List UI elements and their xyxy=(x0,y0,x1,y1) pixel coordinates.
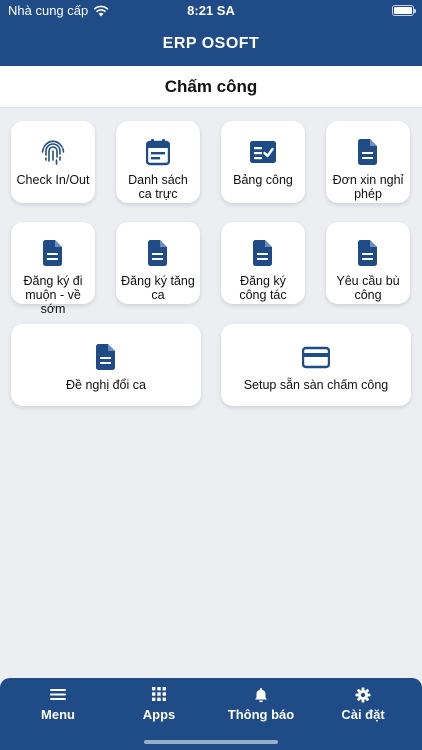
tile-bang-cong[interactable]: Bảng công xyxy=(221,121,305,203)
document-icon xyxy=(148,239,168,267)
tile-yeu-cau-bu-cong[interactable]: Yêu cầu bù công xyxy=(326,222,410,304)
nav-label: Apps xyxy=(142,707,176,722)
nav-label: Menu xyxy=(41,707,75,722)
document-icon xyxy=(96,343,116,371)
tile-dang-ky-di-muon-ve-som[interactable]: Đăng ký đi muộn - về sớm xyxy=(11,222,95,316)
tile-label: Setup sẵn sàn chấm công xyxy=(243,378,389,392)
checklist-icon xyxy=(250,138,276,166)
tile-check-in-out[interactable]: Check In/Out xyxy=(11,121,95,203)
nav-menu[interactable]: Menu xyxy=(8,678,108,738)
document-icon xyxy=(358,138,378,166)
tile-label: Danh sách ca trực xyxy=(128,173,188,201)
page-title: Chấm công xyxy=(164,77,258,96)
tile-label: Đề nghị đổi ca xyxy=(66,378,146,392)
app-header: Nhà cung cấp 8:21 SA ERP OSOFT xyxy=(0,0,422,66)
tile-don-xin-nghi-phep[interactable]: Đơn xin nghỉ phép xyxy=(326,121,410,203)
status-bar: Nhà cung cấp 8:21 SA xyxy=(0,0,422,22)
nav-label: Thông báo xyxy=(227,707,295,722)
tile-label: Đăng ký công tác xyxy=(239,274,287,302)
nav-cai-dat[interactable]: Cài đặt xyxy=(313,678,413,738)
bell-icon xyxy=(254,687,268,703)
bottom-navigation: Menu Apps Thông báo Cài đặt xyxy=(0,678,422,750)
document-icon xyxy=(358,239,378,267)
tile-label: Yêu cầu bù công xyxy=(336,274,400,302)
calendar-icon xyxy=(146,138,170,166)
tile-setup-san-san-cham-cong[interactable]: Setup sẵn sàn chấm công xyxy=(221,324,411,406)
app-title: ERP OSOFT xyxy=(162,35,260,52)
document-icon xyxy=(253,239,273,267)
tile-label: Đăng ký đi muộn - về sớm xyxy=(23,274,83,316)
home-indicator xyxy=(144,740,278,744)
nav-label: Cài đặt xyxy=(341,707,385,722)
tile-danh-sach-ca-truc[interactable]: Danh sách ca trực xyxy=(116,121,200,203)
tile-dang-ky-cong-tac[interactable]: Đăng ký công tác xyxy=(221,222,305,304)
tile-dang-ky-tang-ca[interactable]: Đăng ký tăng ca xyxy=(116,222,200,304)
gear-icon xyxy=(355,687,371,703)
document-icon xyxy=(43,239,63,267)
hamburger-icon xyxy=(50,687,66,703)
tile-de-nghi-doi-ca[interactable]: Đề nghị đổi ca xyxy=(11,324,201,406)
tile-label: Đăng ký tăng ca xyxy=(121,274,195,302)
battery-icon xyxy=(392,5,416,16)
nav-apps[interactable]: Apps xyxy=(109,678,209,738)
grid-icon xyxy=(152,687,166,703)
fingerprint-icon xyxy=(40,138,66,166)
tile-label: Check In/Out xyxy=(16,173,90,187)
tile-label: Bảng công xyxy=(233,173,293,187)
tile-label: Đơn xin nghỉ phép xyxy=(332,173,404,201)
status-time: 8:21 SA xyxy=(187,3,235,18)
page-header: Chấm công xyxy=(0,66,422,108)
nav-thong-bao[interactable]: Thông báo xyxy=(211,678,311,738)
card-icon xyxy=(302,343,330,371)
